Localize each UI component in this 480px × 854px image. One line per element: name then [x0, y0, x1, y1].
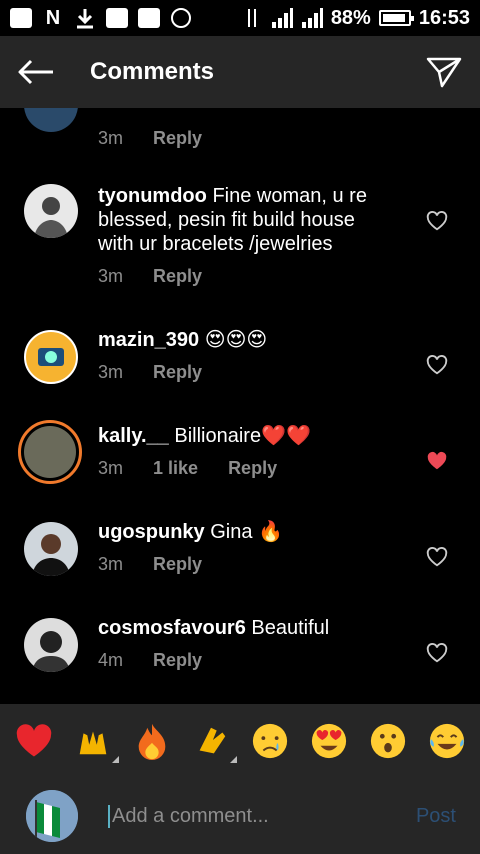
comment-time: 3m	[98, 362, 124, 382]
comment-time: 3m	[98, 458, 124, 478]
reaction-surprised[interactable]	[368, 721, 408, 761]
comment-message: Billionaire❤️❤️	[174, 425, 311, 447]
activity-icon	[138, 7, 160, 29]
reaction-raised-hands[interactable]	[73, 721, 119, 763]
paper-plane-icon	[426, 57, 462, 88]
reaction-fire[interactable]	[132, 721, 172, 761]
comment-username[interactable]: kally.__	[98, 425, 169, 447]
signal-icon-2	[301, 7, 323, 29]
reaction-heart[interactable]	[14, 721, 54, 761]
comment-time: 3m	[98, 266, 124, 286]
comment-text: mazin_390 😍😍😍	[98, 328, 388, 352]
reply-button[interactable]: Reply	[153, 128, 202, 149]
comment-meta: 3m Reply	[98, 362, 388, 383]
crying-face-icon	[252, 723, 287, 759]
heart-icon	[16, 724, 51, 757]
reply-button[interactable]: Reply	[153, 362, 202, 383]
comment-text: tyonumdoo Fine woman, u re blessed, pesi…	[98, 184, 388, 256]
arrow-left-icon	[18, 59, 53, 85]
status-bar: N 88% 16:53	[0, 0, 480, 36]
reaction-crying[interactable]	[250, 721, 290, 761]
reply-button[interactable]: Reply	[153, 554, 202, 575]
fire-icon	[138, 723, 165, 760]
comment-time: 3m	[98, 128, 124, 148]
comment-time: 3m	[98, 554, 124, 574]
avatar[interactable]	[24, 522, 78, 576]
comment-text: ugospunky Gina 🔥	[98, 520, 388, 544]
heart-icon[interactable]	[426, 642, 448, 664]
status-notifications: N	[10, 7, 192, 29]
comment-message: Gina 🔥	[210, 521, 283, 543]
comment-username[interactable]: cosmosfavour6	[98, 617, 246, 639]
comment-meta: 4m Reply	[98, 650, 388, 671]
heart-icon[interactable]	[426, 210, 448, 232]
reaction-clap[interactable]	[191, 721, 237, 763]
page-title: Comments	[90, 58, 215, 85]
raised-hands-icon	[79, 731, 106, 755]
heart-icon[interactable]	[426, 546, 448, 568]
avatar[interactable]	[18, 420, 82, 484]
message-icon	[10, 7, 32, 29]
clock: 16:53	[418, 6, 470, 29]
post-button[interactable]: Post	[416, 805, 456, 828]
surprised-face-icon	[370, 723, 405, 759]
comment-meta: 3m Reply	[98, 266, 388, 287]
reply-button[interactable]: Reply	[153, 266, 202, 287]
heart-eyes-icon	[311, 723, 346, 759]
quick-reactions-bar	[0, 704, 480, 778]
comment-time: 4m	[98, 650, 124, 670]
reply-button[interactable]: Reply	[153, 650, 202, 671]
comment-meta: 3m 1 like Reply	[98, 458, 388, 479]
status-system: 88% 16:53	[241, 7, 470, 30]
back-button[interactable]	[0, 36, 72, 108]
reaction-laughing[interactable]	[427, 721, 467, 761]
reaction-heart-eyes[interactable]	[309, 721, 349, 761]
my-avatar	[26, 790, 78, 842]
signal-icon	[271, 7, 293, 29]
avatar[interactable]	[24, 618, 78, 672]
comment-username[interactable]: mazin_390	[98, 329, 199, 351]
comment-username[interactable]: tyonumdoo	[98, 185, 207, 207]
comment-input[interactable]: Add a comment...	[108, 804, 398, 828]
battery-percent: 88%	[330, 6, 371, 29]
avatar[interactable]	[24, 330, 78, 384]
download-icon	[74, 7, 96, 29]
avatar[interactable]	[24, 108, 78, 132]
avatar[interactable]	[24, 184, 78, 238]
share-button[interactable]	[408, 36, 480, 108]
clapping-hands-icon	[199, 727, 225, 754]
add-comment-bar: Add a comment... Post	[0, 778, 480, 854]
comment-meta: 3m Reply	[98, 554, 388, 575]
comment-list[interactable]: 3m Reply tyonumdoo Fine woman, u re bles…	[0, 108, 480, 704]
data-transfer-icon	[241, 7, 263, 29]
reply-button[interactable]: Reply	[228, 458, 277, 479]
image-icon	[106, 7, 128, 29]
laughing-tears-icon	[429, 723, 464, 759]
header: Comments	[0, 36, 480, 108]
comment-message: Beautiful	[251, 617, 330, 639]
comment-username[interactable]: ugospunky	[98, 521, 205, 543]
news-icon: N	[45, 6, 61, 29]
heart-icon[interactable]	[426, 450, 448, 472]
likes-count[interactable]: 1 like	[153, 458, 198, 479]
battery-icon	[378, 10, 414, 26]
comment-meta: 3m Reply	[98, 128, 388, 149]
heart-icon[interactable]	[426, 354, 448, 376]
comment-text: kally.__ Billionaire❤️❤️	[98, 424, 388, 448]
comment-text: cosmosfavour6 Beautiful	[98, 616, 388, 640]
comment-message: 😍😍😍	[204, 329, 268, 351]
sync-icon	[170, 7, 192, 29]
